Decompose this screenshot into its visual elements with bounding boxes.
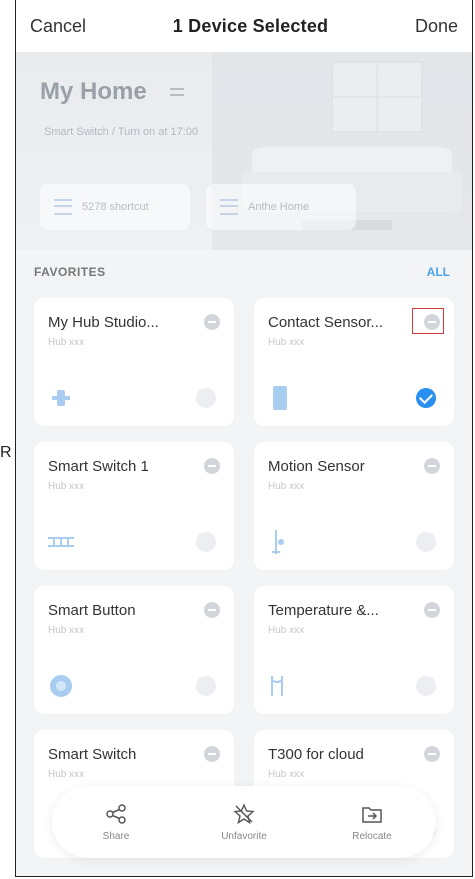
unfavorite-icon: [233, 802, 255, 824]
select-checkbox[interactable]: [416, 532, 436, 552]
select-checkbox-checked[interactable]: [416, 388, 436, 408]
more-icon[interactable]: [424, 602, 440, 618]
select-checkbox[interactable]: [196, 388, 216, 408]
device-hub: Hub xxx: [48, 481, 85, 492]
more-icon[interactable]: [204, 314, 220, 330]
device-card[interactable]: Temperature &... Hub xxx: [254, 586, 454, 714]
shortcut-icon: [54, 199, 72, 215]
all-link[interactable]: ALL: [427, 265, 450, 279]
device-card[interactable]: Motion Sensor Hub xxx: [254, 442, 454, 570]
favorites-header: FAVORITES ALL: [16, 252, 472, 292]
home-menu-icon[interactable]: [170, 88, 184, 96]
unfavorite-label: Unfavorite: [221, 830, 267, 842]
home-subtitle: Smart Switch / Turn on at 17:00: [44, 126, 199, 138]
app-screen: Cancel 1 Device Selected Done My Home Sm…: [15, 0, 473, 877]
button-icon: [50, 675, 72, 697]
device-name: Contact Sensor...: [268, 314, 384, 331]
relocate-icon: [362, 806, 382, 823]
device-card[interactable]: Smart Button Hub xxx: [34, 586, 234, 714]
motion-sensor-icon: [272, 530, 284, 554]
more-icon[interactable]: [204, 602, 220, 618]
bottom-action-bar: Share Unfavorite Relocate: [52, 786, 436, 858]
done-button[interactable]: Done: [415, 16, 458, 37]
more-icon[interactable]: [204, 458, 220, 474]
switch-icon: [48, 537, 74, 547]
device-name: T300 for cloud: [268, 746, 364, 763]
cancel-button[interactable]: Cancel: [30, 16, 86, 37]
favorites-title: FAVORITES: [34, 265, 106, 279]
device-hub: Hub xxx: [48, 337, 85, 348]
share-icon: [106, 803, 126, 824]
shortcut-icon: [220, 199, 238, 215]
device-hub: Hub xxx: [48, 769, 85, 780]
device-hub: Hub xxx: [268, 769, 305, 780]
device-name: Smart Switch 1: [48, 458, 149, 475]
temperature-icon: [271, 676, 283, 696]
contact-sensor-icon: [273, 386, 287, 410]
shortcut-card[interactable]: 5278 shortcut: [40, 184, 190, 230]
share-label: Share: [102, 830, 130, 842]
unfavorite-button[interactable]: Unfavorite: [194, 802, 294, 842]
home-banner: My Home Smart Switch / Turn on at 17:00 …: [16, 52, 472, 250]
share-button[interactable]: Share: [66, 803, 166, 842]
home-name[interactable]: My Home: [40, 78, 147, 106]
device-name: Motion Sensor: [268, 458, 365, 475]
top-bar: Cancel 1 Device Selected Done: [16, 0, 472, 52]
select-checkbox[interactable]: [196, 676, 216, 696]
shortcut-label: Anthe Home: [248, 200, 310, 213]
relocate-button[interactable]: Relocate: [322, 803, 422, 842]
relocate-label: Relocate: [352, 830, 392, 842]
device-hub: Hub xxx: [48, 625, 85, 636]
shortcut-label: 5278 shortcut: [82, 200, 149, 213]
more-icon[interactable]: [424, 458, 440, 474]
shortcut-card[interactable]: Anthe Home: [206, 184, 356, 230]
device-name: Smart Button: [48, 602, 136, 619]
device-card[interactable]: Smart Switch 1 Hub xxx: [34, 442, 234, 570]
side-letter: R: [0, 444, 12, 461]
more-icon[interactable]: [204, 746, 220, 762]
highlight-box: [412, 308, 444, 334]
select-checkbox[interactable]: [196, 532, 216, 552]
more-icon[interactable]: [424, 746, 440, 762]
hub-icon: [52, 390, 70, 406]
device-card[interactable]: My Hub Studio... Hub xxx: [34, 298, 234, 426]
page-title: 1 Device Selected: [172, 15, 329, 36]
device-card[interactable]: Contact Sensor... Hub xxx: [254, 298, 454, 426]
select-checkbox[interactable]: [416, 676, 436, 696]
device-hub: Hub xxx: [268, 481, 305, 492]
device-name: My Hub Studio...: [48, 314, 159, 331]
device-name: Smart Switch: [48, 746, 137, 763]
device-hub: Hub xxx: [268, 625, 305, 636]
device-name: Temperature &...: [268, 602, 379, 619]
device-hub: Hub xxx: [268, 337, 305, 348]
shortcut-list: 5278 shortcut Anthe Home: [40, 184, 356, 230]
device-grid: My Hub Studio... Hub xxx Contact Sensor.…: [34, 298, 454, 858]
